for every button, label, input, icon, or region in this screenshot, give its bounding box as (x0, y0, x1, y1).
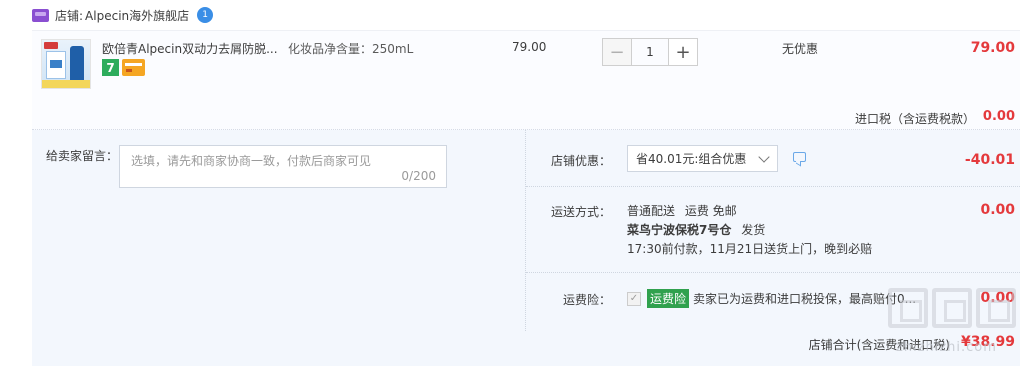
import-tax-value: 0.00 (982, 109, 1015, 124)
seven-day-return-icon: 7 (102, 59, 119, 76)
shop-label: 店铺: (55, 8, 84, 23)
product-image[interactable] (41, 39, 91, 89)
message-placeholder: 选填，请先和商家协商一致，付款后商家可见 (131, 154, 372, 168)
shipping-value: 0.00 (980, 202, 1015, 218)
product-box-icon (46, 51, 66, 79)
promotion-selected-value: 省40.01元:组合优惠 (636, 152, 747, 166)
product-bottle-icon (70, 46, 84, 84)
promotion-label: 店铺优惠： (551, 154, 612, 168)
shop-total-value: ¥38.99 (960, 334, 1015, 350)
seller-message-textarea[interactable]: 选填，请先和商家协商一致，付款后商家可见 0/200 (119, 145, 447, 188)
insurance-checkbox[interactable]: ✓ (627, 291, 641, 306)
shop-header: 店铺: Alpecin海外旗舰店 1 (32, 5, 214, 25)
comment-icon[interactable] (793, 152, 806, 162)
chat-badge-icon[interactable]: 1 (197, 7, 214, 23)
shop-name-link[interactable]: Alpecin海外旗舰店 (85, 7, 189, 24)
shipping-label: 运送方式： (551, 205, 612, 219)
message-char-counter: 0/200 (401, 169, 436, 183)
brand-logo-icon (44, 42, 58, 49)
store-icon (32, 8, 49, 22)
chevron-down-icon (758, 151, 770, 163)
item-discount: 无优惠 (782, 42, 819, 56)
decrease-quantity-button[interactable]: − (602, 38, 632, 66)
credit-card-icon (122, 59, 145, 76)
quantity-input[interactable]: 1 (632, 38, 668, 66)
promotion-value: -40.01 (964, 152, 1015, 168)
message-label: 给卖家留言： (46, 149, 119, 163)
unit-price: 79.00 (512, 40, 547, 54)
insurance-row: ✓ 运费险 卖家已为运费和进口税投保，最高赔付0... (627, 289, 916, 308)
product-banner-strip (42, 80, 90, 88)
order-summary-section: 店铺优惠： 省40.01元:组合优惠 -40.01 运送方式： 普通配送 运费 … (525, 130, 1020, 331)
shipping-action: 发货 (741, 223, 766, 237)
delivery-promise: 17:30前付款，11月21日送货上门，晚到必赔 (627, 242, 873, 256)
divider (526, 186, 1020, 187)
order-item-row: 欧倍青Alpecin双动力去屑防脱... 7 化妆品净含量：250mL 79.0… (32, 30, 1020, 130)
insurance-label: 运费险： (563, 293, 612, 307)
product-title-link[interactable]: 欧倍青Alpecin双动力去屑防脱... (102, 40, 282, 57)
shipping-fee: 运费 免邮 (684, 204, 737, 218)
increase-quantity-button[interactable]: + (668, 38, 698, 66)
product-spec: 化妆品净含量：250mL (288, 42, 414, 56)
insurance-value: 0.00 (980, 290, 1015, 306)
shop-total-label: 店铺合计(含运费和进口税) (808, 338, 950, 352)
insurance-text: 卖家已为运费和进口税投保，最高赔付0... (693, 292, 917, 306)
shipping-details: 普通配送 运费 免邮 菜鸟宁波保税7号仓 发货 17:30前付款，11月21日送… (627, 202, 872, 259)
insurance-badge: 运费险 (647, 289, 690, 308)
line-total-price: 79.00 (970, 40, 1015, 56)
import-tax-label: 进口税（含运费税款） (854, 112, 975, 126)
order-options-panel: 给卖家留言： 选填，请先和商家协商一致，付款后商家可见 0/200 店铺优惠： … (32, 130, 1020, 366)
promotion-select[interactable]: 省40.01元:组合优惠 (627, 145, 778, 172)
shipping-warehouse: 菜鸟宁波保税7号仓 (627, 223, 732, 237)
divider (526, 272, 1020, 273)
quantity-stepper: − 1 + (602, 38, 698, 66)
shipping-method: 普通配送 (627, 204, 676, 218)
